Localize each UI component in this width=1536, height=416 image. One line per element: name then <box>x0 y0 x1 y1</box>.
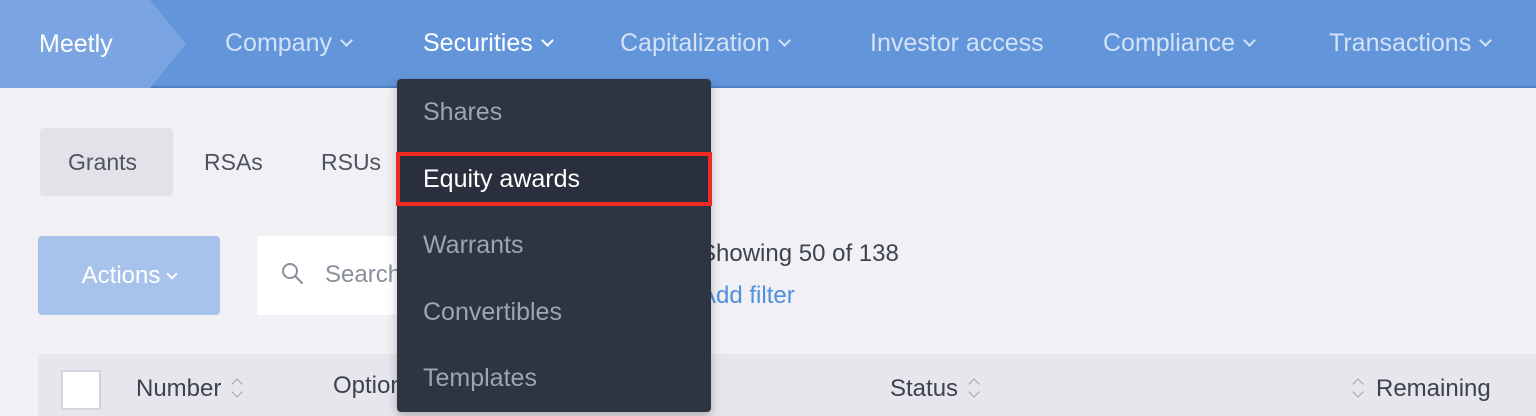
column-header-label: Remaining <box>1376 375 1491 402</box>
column-header-option[interactable]: Option <box>333 372 404 400</box>
results-count: Showing 50 of 138 <box>700 240 899 267</box>
nav-item-label: Capitalization <box>620 29 771 57</box>
brand-arrow-decoration <box>150 0 186 88</box>
chevron-down-icon <box>1479 34 1493 47</box>
nav-item-investor-access[interactable]: Investor access <box>870 0 1044 88</box>
nav-item-label: Securities <box>423 29 533 57</box>
nav-item-label: Transactions <box>1329 29 1472 57</box>
column-header-remaining[interactable]: Remaining <box>1350 372 1491 403</box>
actions-button[interactable]: Actions <box>38 236 220 315</box>
nav-item-company[interactable]: Company <box>225 0 353 88</box>
menu-item-templates[interactable]: Templates <box>397 345 711 411</box>
chevron-down-icon <box>166 268 179 280</box>
menu-item-convertibles[interactable]: Convertibles <box>397 279 711 345</box>
column-header-number[interactable]: Number <box>136 372 245 403</box>
chevron-down-icon <box>1243 34 1256 47</box>
chevron-down-icon <box>340 34 353 47</box>
nav-item-label: Compliance <box>1103 29 1236 57</box>
add-filter-link[interactable]: Add filter <box>700 282 795 310</box>
sort-icon <box>229 376 245 400</box>
top-nav: Meetly Company Securities Capitalization… <box>0 0 1536 88</box>
column-header-label: Status <box>890 375 959 402</box>
chevron-down-icon <box>540 34 554 47</box>
nav-item-label: Company <box>225 29 332 57</box>
brand-logo[interactable]: Meetly <box>0 0 150 88</box>
chevron-down-icon <box>778 34 791 47</box>
menu-item-shares[interactable]: Shares <box>397 79 711 145</box>
column-header-status[interactable]: Status <box>890 372 982 403</box>
securities-dropdown-menu: Shares Equity awards Warrants Convertibl… <box>397 79 711 412</box>
sort-icon <box>1350 376 1366 400</box>
nav-item-label: Investor access <box>870 29 1044 57</box>
select-all-checkbox[interactable] <box>61 370 101 410</box>
tab-rsas[interactable]: RSAs <box>176 128 291 196</box>
highlight-box <box>396 152 712 206</box>
nav-item-compliance[interactable]: Compliance <box>1103 0 1256 88</box>
table-header <box>38 354 1536 416</box>
sort-icon <box>966 376 982 400</box>
actions-button-label: Actions <box>81 262 161 289</box>
nav-item-capitalization[interactable]: Capitalization <box>620 0 791 88</box>
nav-item-securities[interactable]: Securities <box>423 0 554 88</box>
nav-item-transactions[interactable]: Transactions <box>1329 0 1493 88</box>
tab-rsus[interactable]: RSUs <box>293 128 409 196</box>
column-header-label: Option <box>333 372 404 399</box>
search-icon <box>282 263 303 284</box>
menu-item-warrants[interactable]: Warrants <box>397 212 711 278</box>
tab-grants[interactable]: Grants <box>40 128 173 196</box>
column-header-label: Number <box>136 375 222 402</box>
